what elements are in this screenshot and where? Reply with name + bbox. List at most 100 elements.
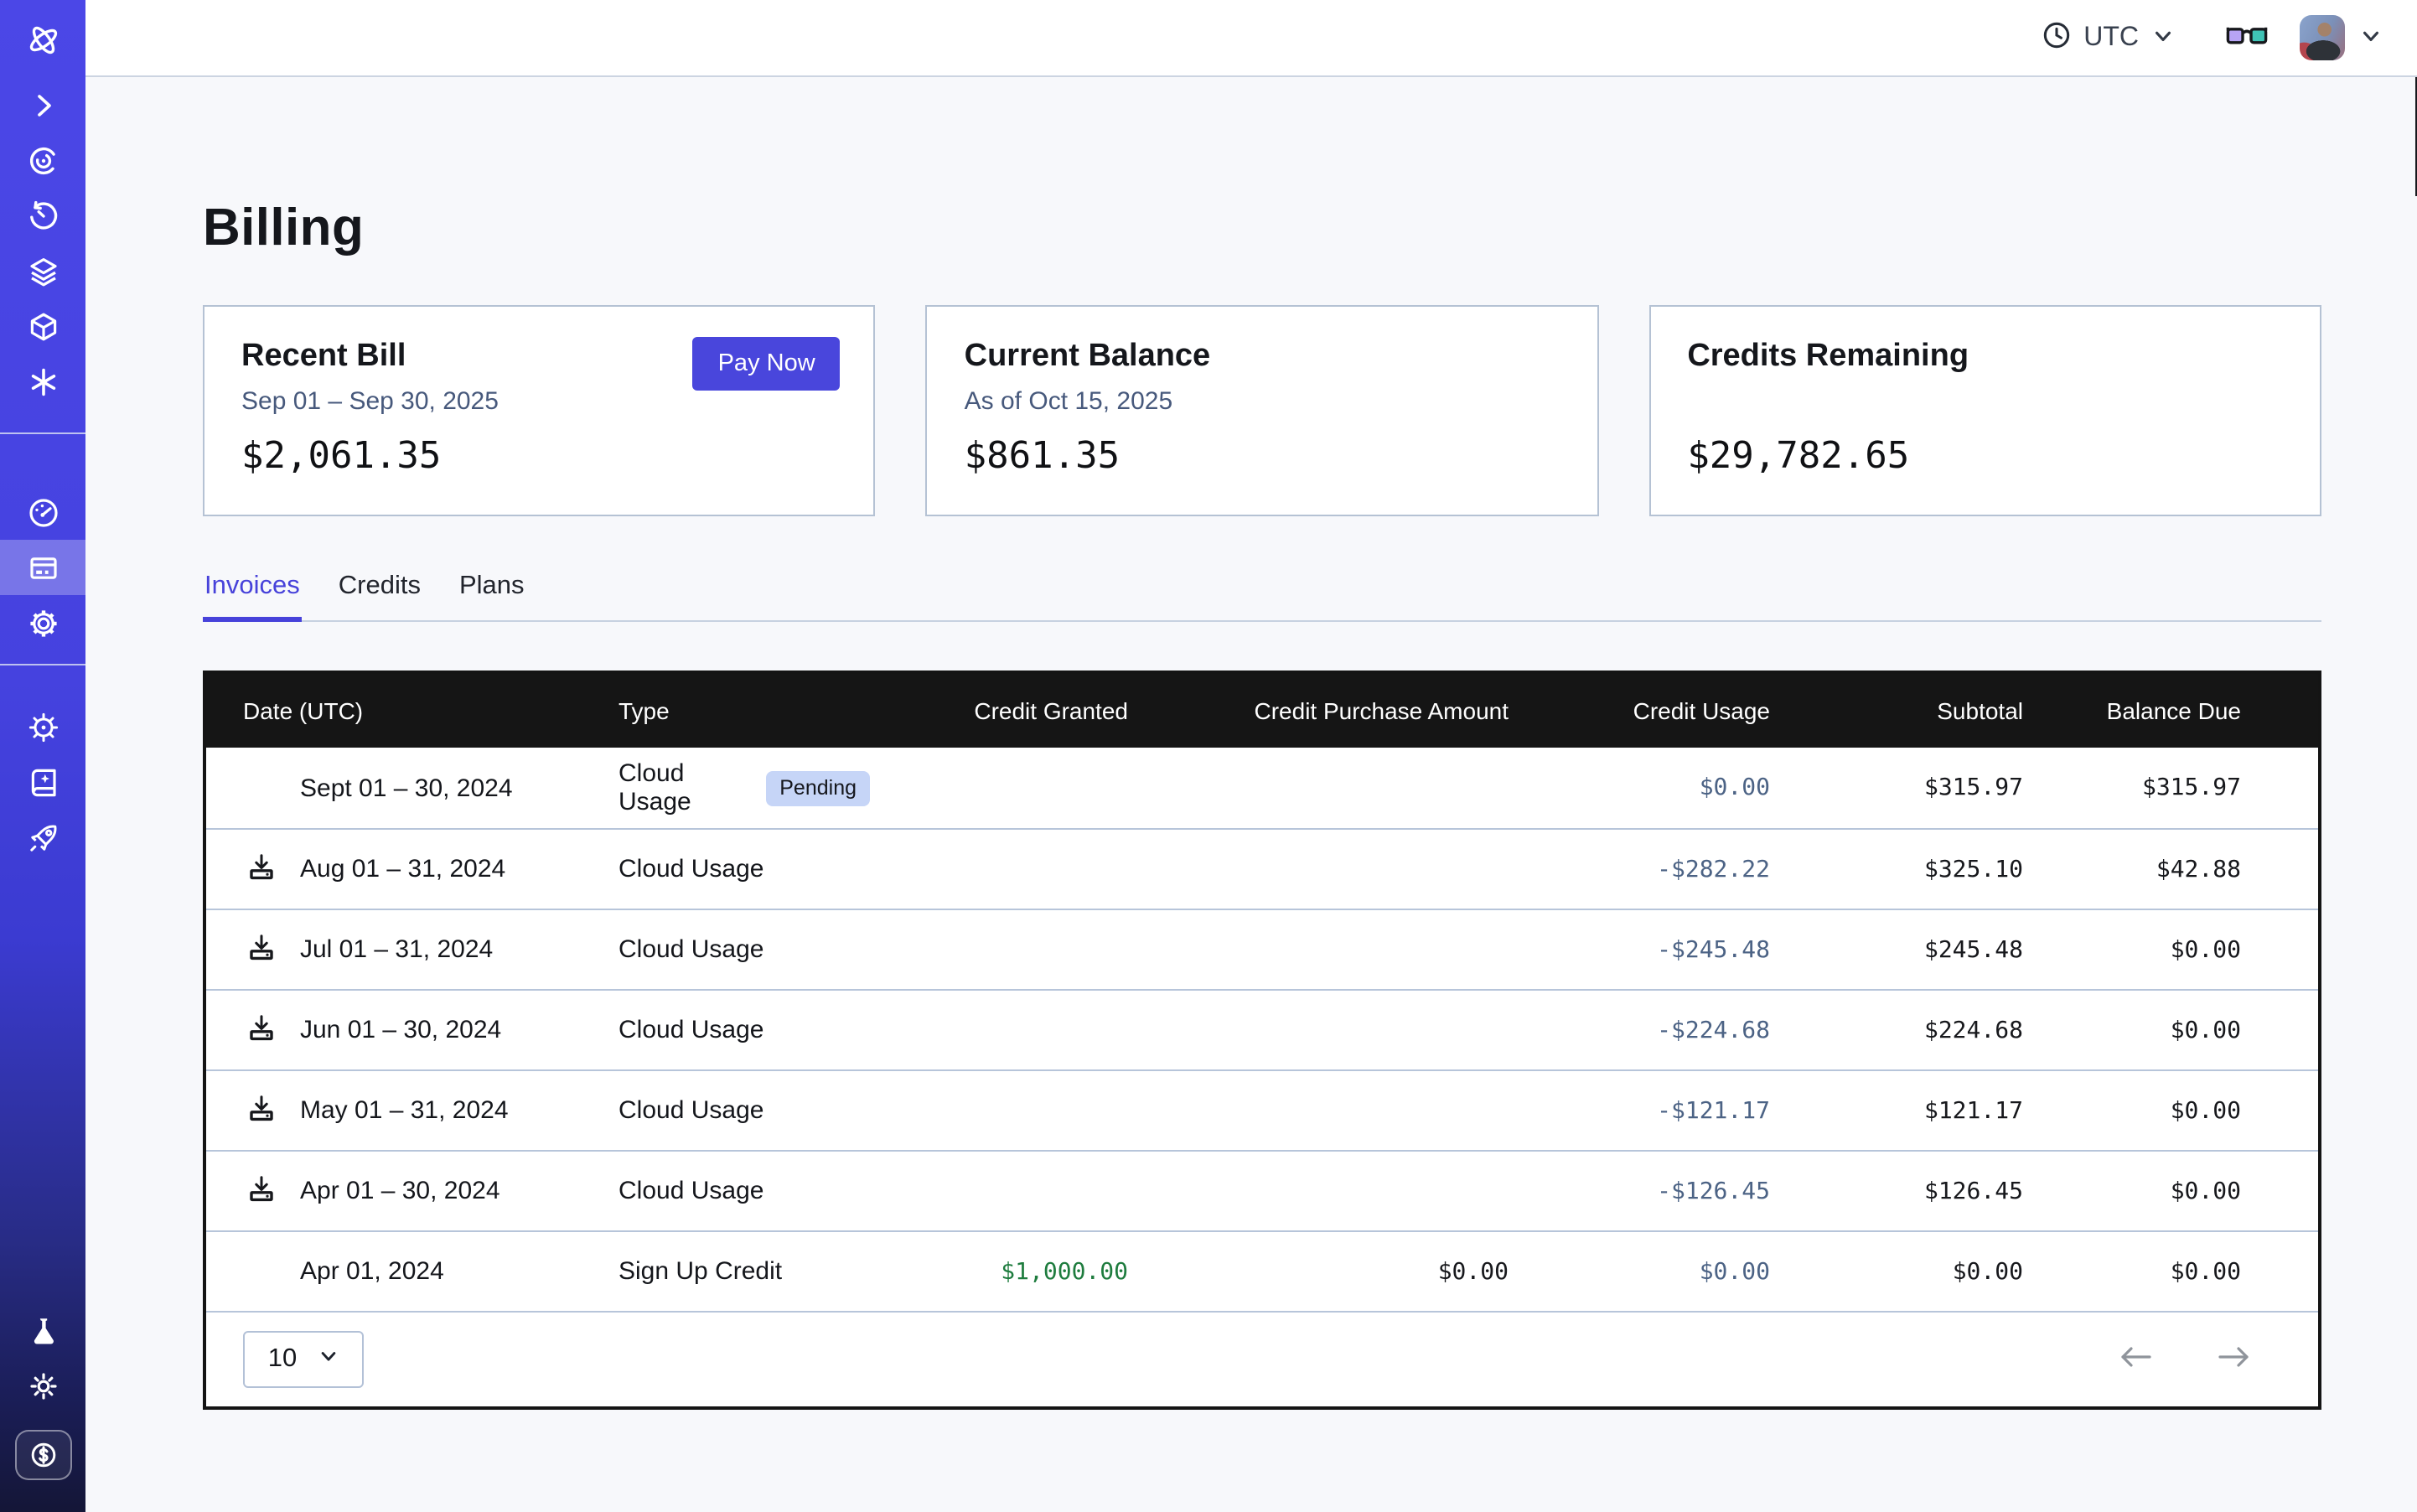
download-invoice-button[interactable] <box>246 1173 277 1209</box>
column-header: Balance Due <box>2023 697 2241 724</box>
credit-usage-value: -$126.45 <box>1509 1178 1770 1204</box>
download-icon <box>246 1173 277 1209</box>
column-header: Date (UTC) <box>243 697 618 724</box>
sidebar-item-history[interactable] <box>0 188 85 243</box>
glasses-icon <box>2226 22 2268 54</box>
sidebar-item-expand[interactable] <box>0 77 85 132</box>
layers-icon <box>26 254 60 287</box>
invoice-date: Apr 01 – 30, 2024 <box>300 1177 500 1205</box>
subtotal-value: $245.48 <box>1770 936 2023 963</box>
sidebar-item-launch[interactable] <box>0 810 85 865</box>
column-header: Credit Purchase Amount <box>1128 697 1509 724</box>
page-title: Billing <box>203 196 2321 260</box>
app-window: UTC <box>0 0 2417 1512</box>
balance-due-value: $0.00 <box>2023 1097 2241 1124</box>
balance-due-value: $0.00 <box>2023 1017 2241 1043</box>
column-header: Subtotal <box>1770 697 2023 724</box>
subtotal-value: $126.45 <box>1770 1178 2023 1204</box>
sidebar-item-asterisk[interactable] <box>0 354 85 409</box>
credit-usage-value: -$282.22 <box>1509 856 1770 883</box>
account-menu-chevron[interactable] <box>2360 24 2382 51</box>
tab-invoices[interactable]: Invoices <box>203 572 302 622</box>
credit-usage-value: $0.00 <box>1509 1258 1770 1285</box>
download-slot <box>243 1093 300 1128</box>
download-invoice-button[interactable] <box>246 1093 277 1128</box>
download-invoice-button[interactable] <box>246 852 277 887</box>
balance-due-value: $0.00 <box>2023 1178 2241 1204</box>
chevron-down-icon <box>318 1344 339 1375</box>
invoice-type-cell: Cloud Usage <box>618 1016 870 1044</box>
column-header: Credit Granted <box>870 697 1128 724</box>
download-icon <box>246 852 277 887</box>
sidebar-item-cube[interactable] <box>0 298 85 354</box>
brand-logo <box>23 20 63 60</box>
arrow-right-icon <box>2216 1344 2251 1375</box>
balance-due-value: $315.97 <box>2023 774 2241 801</box>
tab-plans[interactable]: Plans <box>458 572 526 622</box>
chevron-down-icon <box>2360 24 2382 51</box>
arrow-left-icon <box>2119 1344 2154 1375</box>
table-row: Apr 01 – 30, 2024 Cloud Usage -$126.45$126… <box>206 1150 2318 1230</box>
invoice-date: Sept 01 – 30, 2024 <box>300 774 513 802</box>
card-title: Credits Remaining <box>1687 339 2283 375</box>
sidebar <box>0 0 85 1512</box>
asterisk-icon <box>26 365 60 398</box>
chevron-down-icon <box>2152 24 2174 51</box>
download-invoice-button[interactable] <box>246 1012 277 1048</box>
billing-tabs: Invoices Credits Plans <box>203 572 2321 622</box>
invoice-type: Cloud Usage <box>618 935 763 964</box>
sidebar-item-settings[interactable] <box>0 595 85 650</box>
sidebar-item-docs[interactable] <box>0 754 85 810</box>
avatar <box>2300 15 2345 60</box>
credit-usage-value: $0.00 <box>1509 774 1770 801</box>
sidebar-item-credits[interactable] <box>14 1430 71 1480</box>
account-menu[interactable] <box>2300 15 2345 60</box>
chevron-right-icon <box>26 88 60 122</box>
sidebar-item-layers[interactable] <box>0 243 85 298</box>
card-subtitle <box>1687 387 2283 417</box>
subtotal-value: $121.17 <box>1770 1097 2023 1124</box>
previous-page-button[interactable] <box>2119 1344 2154 1375</box>
invoices-table: Date (UTC) Type Credit Granted Credit Pu… <box>203 671 2321 1410</box>
card-subtitle: Sep 01 – Sep 30, 2025 <box>241 387 837 417</box>
invoice-date-cell: Apr 01 – 30, 2024 <box>243 1173 618 1209</box>
timezone-selector[interactable]: UTC <box>2042 20 2174 55</box>
status-badge: Pending <box>766 770 870 805</box>
table-row: Jun 01 – 30, 2024Cloud Usage-$224.68$224… <box>206 989 2318 1069</box>
summary-cards: Recent Bill Sep 01 – Sep 30, 2025 $2,061… <box>203 305 2321 516</box>
sidebar-item-usage[interactable] <box>0 484 85 540</box>
table-row: Aug 01 – 31, 2024Cloud Usage-$282.22$325… <box>206 828 2318 909</box>
gauge-icon <box>26 495 60 529</box>
sidebar-divider <box>0 664 85 665</box>
tab-credits[interactable]: Credits <box>337 572 422 622</box>
invoice-type-cell: Cloud Usage <box>618 1177 870 1205</box>
sidebar-item-observe[interactable] <box>0 132 85 188</box>
download-invoice-button[interactable] <box>246 932 277 967</box>
sidebar-item-labs[interactable] <box>0 1302 85 1358</box>
sidebar-item-theme[interactable] <box>0 1358 85 1413</box>
invoice-date-cell: Sept 01 – 30, 2024 <box>243 774 618 802</box>
download-icon <box>246 1093 277 1128</box>
credit-usage-value: -$245.48 <box>1509 936 1770 963</box>
table-pagination: 10 <box>206 1311 2318 1406</box>
sidebar-item-helm[interactable] <box>0 699 85 754</box>
reader-mode-button[interactable] <box>2226 22 2268 54</box>
table-row: Sept 01 – 30, 2024Cloud UsagePending$0.0… <box>206 748 2318 828</box>
sun-icon <box>26 1369 60 1402</box>
timezone-label: UTC <box>2083 23 2139 53</box>
balance-due-value: $0.00 <box>2023 936 2241 963</box>
sidebar-item-billing[interactable] <box>0 540 85 595</box>
download-slot <box>243 932 300 967</box>
table-row: Apr 01, 2024Sign Up Credit$1,000.00$0.00… <box>206 1230 2318 1311</box>
invoice-type: Sign Up Credit <box>618 1257 782 1286</box>
page-size-select[interactable]: 10 <box>243 1331 364 1388</box>
flask-icon <box>26 1313 60 1347</box>
current-balance-amount: $861.35 <box>965 436 1560 478</box>
pay-now-button[interactable]: Pay Now <box>693 337 841 391</box>
next-page-button[interactable] <box>2216 1344 2251 1375</box>
subtotal-value: $224.68 <box>1770 1017 2023 1043</box>
page-size-value: 10 <box>268 1344 298 1375</box>
current-balance-card: Current Balance As of Oct 15, 2025 $861.… <box>926 305 1599 516</box>
invoice-type: Cloud Usage <box>618 1096 763 1125</box>
billing-page: Billing Recent Bill Sep 01 – Sep 30, 202… <box>85 196 2417 1512</box>
